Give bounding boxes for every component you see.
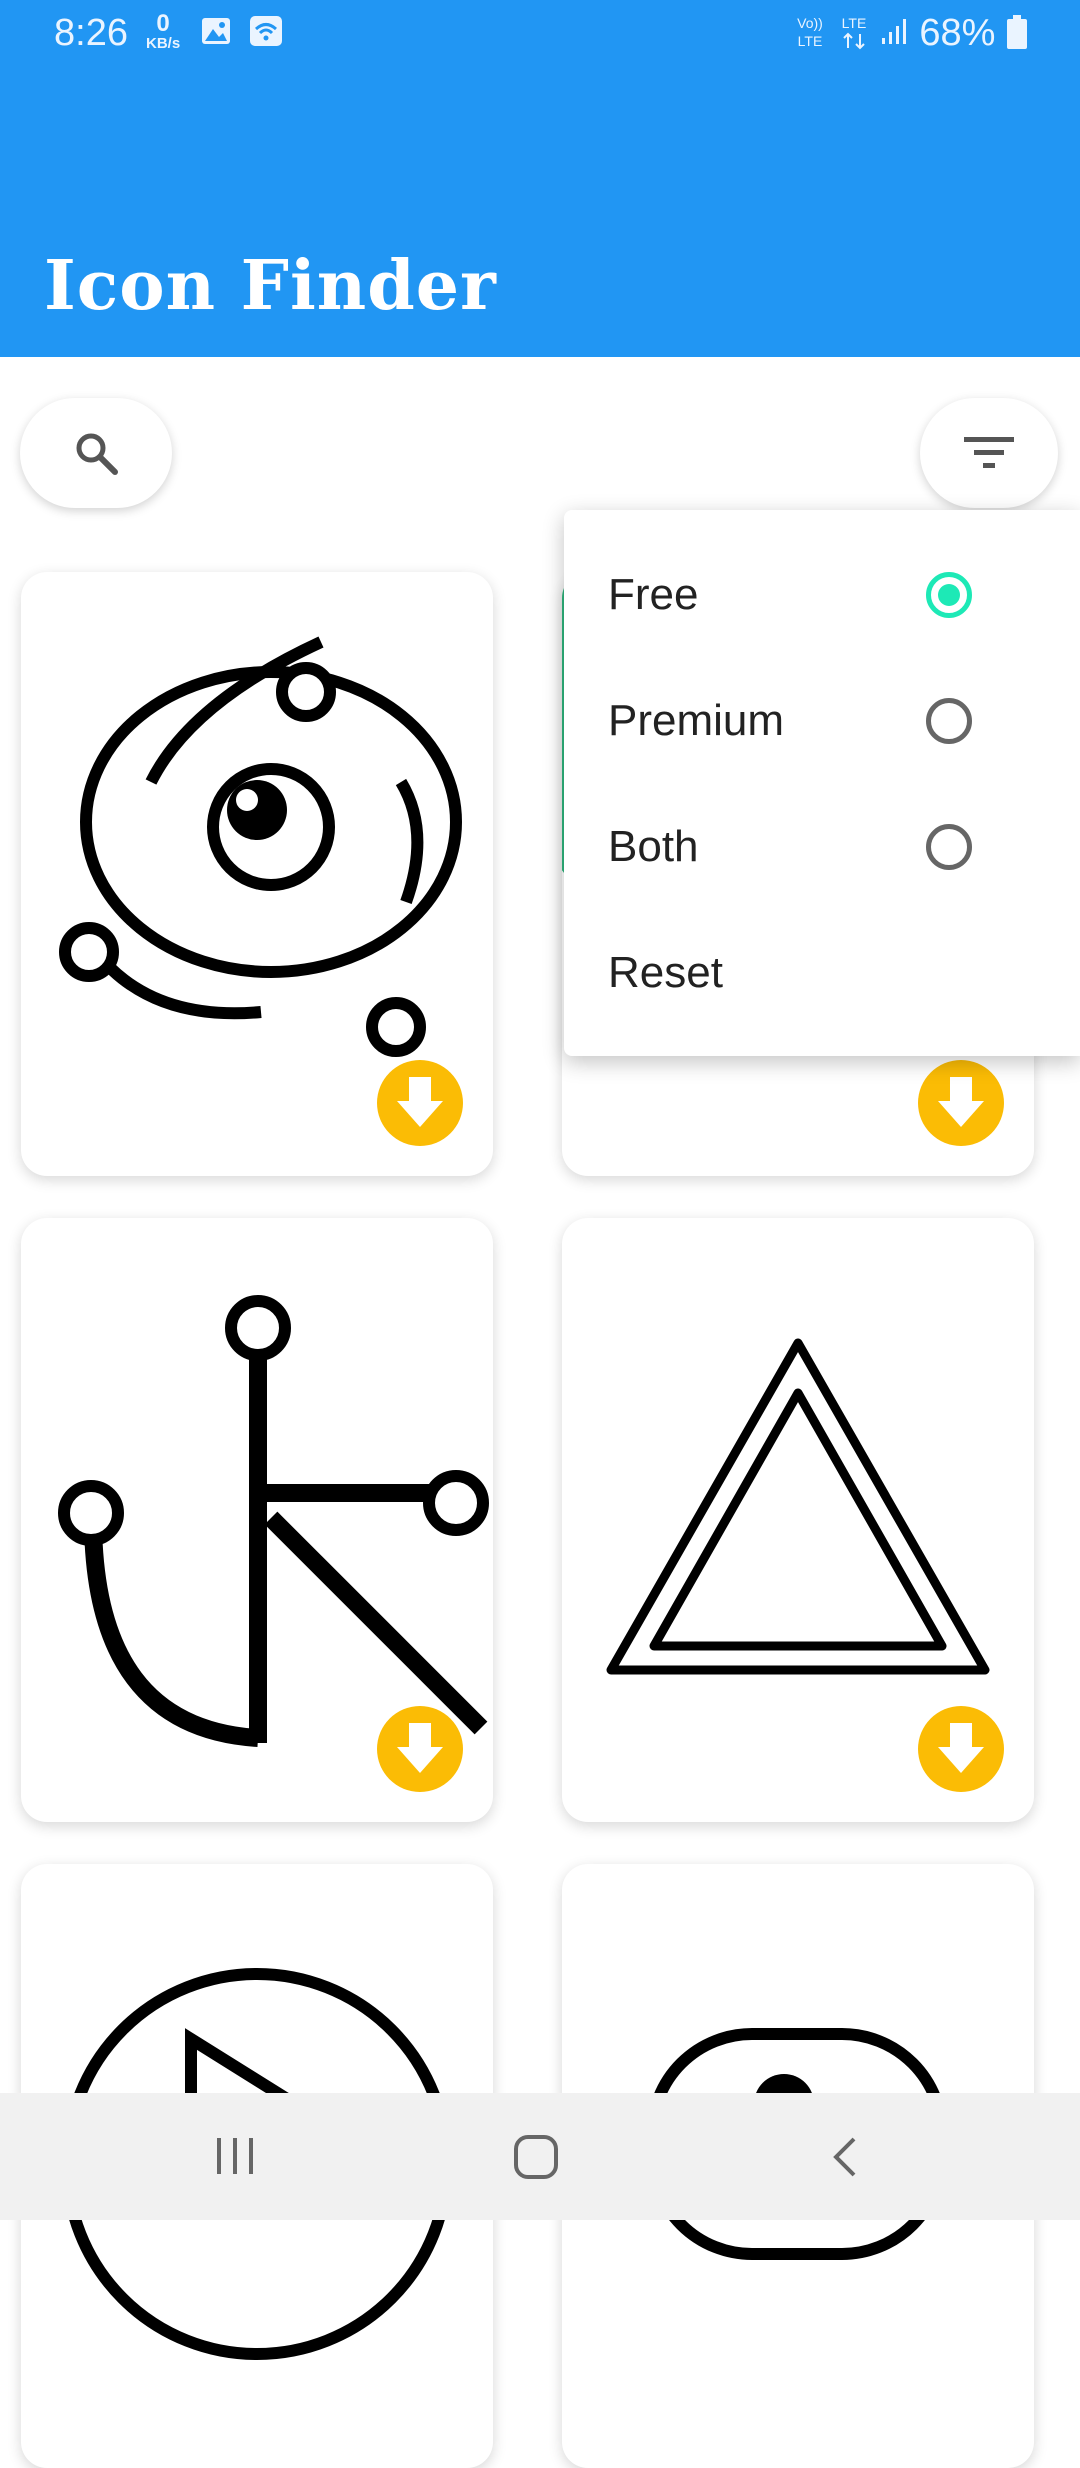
data-speed-unit: KB/s <box>146 35 181 52</box>
arrow-down-icon <box>397 1077 443 1127</box>
download-button[interactable] <box>377 1060 463 1146</box>
arrow-down-icon <box>397 1723 443 1773</box>
home-icon[interactable] <box>512 2133 560 2181</box>
battery-icon <box>1007 15 1027 49</box>
back-icon[interactable] <box>822 2133 868 2181</box>
filter-option-both-label[interactable]: Both <box>608 822 699 872</box>
data-speed-indicator: 0 KB/s <box>146 12 180 52</box>
system-nav-bar <box>0 2093 1080 2220</box>
icon-card[interactable] <box>562 1218 1034 1822</box>
recent-apps-icon[interactable] <box>212 2133 258 2179</box>
app-bar: 8:26 0 KB/s Vo)) LTE LTE 68% Icon Finder <box>0 0 1080 357</box>
svg-text:LTE: LTE <box>842 15 867 31</box>
icon-card[interactable] <box>21 572 493 1176</box>
filter-option-free-radio[interactable] <box>926 572 972 618</box>
download-button[interactable] <box>377 1706 463 1792</box>
volte-icon: Vo)) LTE <box>797 15 823 49</box>
svg-text:LTE: LTE <box>798 33 823 49</box>
battery-status: 68% <box>919 12 1028 55</box>
download-button[interactable] <box>918 1060 1004 1146</box>
wifi-icon <box>250 16 282 46</box>
filter-menu: Free Premium Both Reset <box>564 510 1080 1056</box>
signal-icon <box>882 19 906 44</box>
search-icon <box>76 433 118 475</box>
filter-button[interactable] <box>920 398 1058 508</box>
battery-percent: 68% <box>919 12 996 54</box>
filter-option-premium-radio[interactable] <box>926 698 972 744</box>
search-button[interactable] <box>20 398 172 508</box>
arrow-down-icon <box>938 1723 984 1773</box>
download-button[interactable] <box>918 1706 1004 1792</box>
arrow-down-icon <box>938 1077 984 1127</box>
filter-option-both-radio[interactable] <box>926 824 972 870</box>
status-time: 8:26 <box>54 12 128 54</box>
data-speed-value: 0 <box>156 10 170 37</box>
lte-data-icon: LTE <box>842 15 867 50</box>
filter-option-free-label[interactable]: Free <box>608 570 698 620</box>
filter-icon <box>964 437 1014 468</box>
svg-text:Vo)): Vo)) <box>797 15 823 31</box>
filter-reset[interactable]: Reset <box>608 948 723 998</box>
app-title: Icon Finder <box>44 246 497 326</box>
filter-option-premium-label[interactable]: Premium <box>608 696 784 746</box>
gallery-icon <box>202 18 230 44</box>
icon-card[interactable] <box>21 1218 493 1822</box>
